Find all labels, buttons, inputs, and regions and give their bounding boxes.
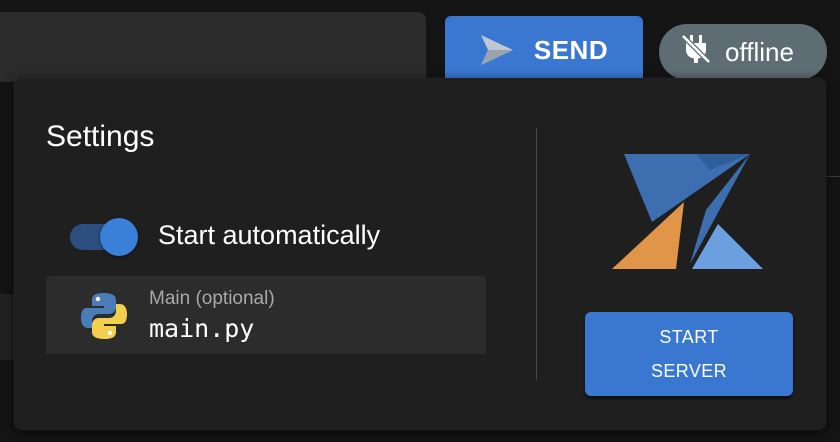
python-icon [78,290,130,347]
send-button[interactable]: SEND [445,16,643,86]
main-file-value: main.py [149,314,255,343]
settings-title: Settings [46,120,155,153]
background-block [0,294,14,360]
vertical-divider [536,128,537,380]
send-label: SEND [533,34,609,65]
power-plug-off-icon [679,32,713,73]
settings-panel: Settings Start automatically Main (optio… [14,78,826,430]
main-file-label: Main (optional) [149,288,275,309]
toggle-thumb [100,218,138,256]
start-server-label-line1: START [659,327,719,347]
status-label: offline [725,36,794,67]
app-logo [610,154,766,279]
screen: SEND offline Settings Start automaticall… [0,0,840,442]
start-server-button[interactable]: START SERVER [585,312,793,396]
status-chip[interactable]: offline [659,24,827,80]
send-icon [480,35,514,65]
main-file-field[interactable]: Main (optional) main.py [46,276,486,354]
start-server-label-line2: SERVER [650,361,728,381]
background-divider [826,176,840,177]
auto-start-toggle[interactable] [70,218,138,256]
topbar-input[interactable] [0,12,426,82]
auto-start-label: Start automatically [158,220,381,250]
